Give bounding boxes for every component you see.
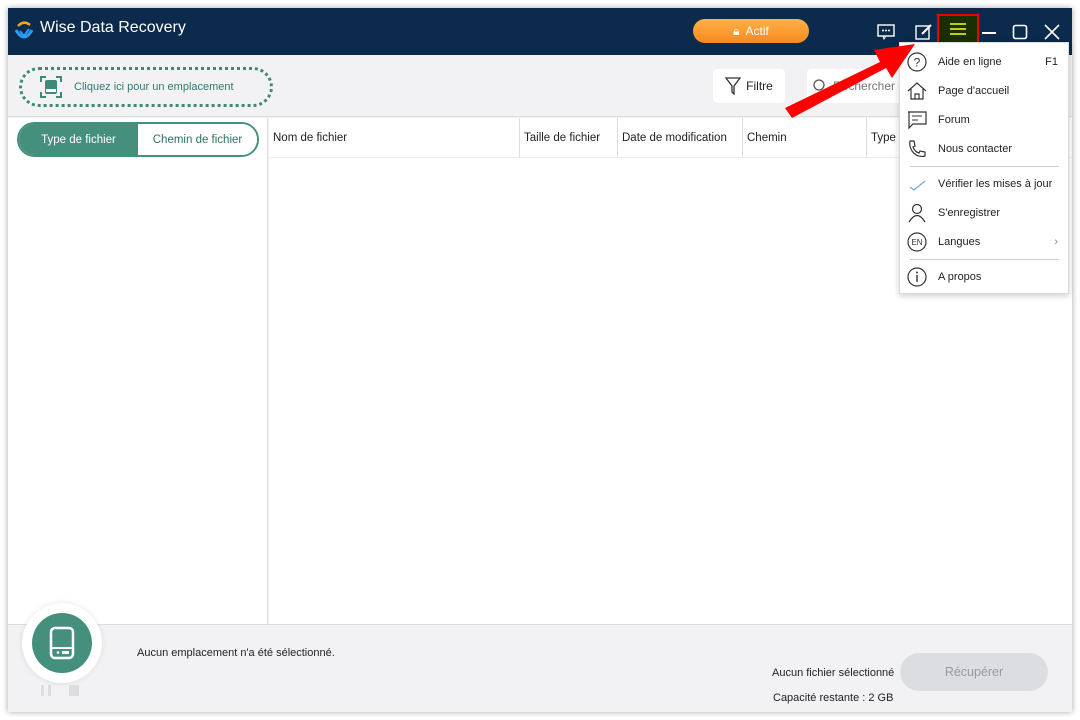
select-location-button[interactable]: Cliquez ici pour un emplacement bbox=[19, 67, 273, 107]
menu-separator bbox=[910, 166, 1059, 167]
pause-button[interactable] bbox=[41, 685, 51, 696]
selection-status: Aucun fichier sélectionné bbox=[772, 667, 895, 679]
menu-item-forum[interactable]: Forum bbox=[900, 106, 1068, 134]
feedback-icon[interactable] bbox=[875, 21, 897, 43]
lock-icon: 🔒︎ bbox=[733, 23, 740, 38]
drive-icon bbox=[49, 626, 75, 660]
activate-button[interactable]: 🔒︎ Actif bbox=[693, 19, 809, 43]
menu-item-contact[interactable]: Nous contacter bbox=[900, 135, 1068, 163]
activate-label: Actif bbox=[745, 24, 769, 38]
maximize-button[interactable] bbox=[1009, 21, 1031, 43]
recover-button[interactable]: Récupérer bbox=[900, 653, 1048, 691]
column-header-path[interactable]: Chemin bbox=[743, 118, 867, 157]
user-icon bbox=[907, 203, 927, 223]
minimize-button[interactable] bbox=[978, 21, 1000, 43]
app-logo-icon bbox=[14, 21, 34, 39]
svg-text:EN: EN bbox=[911, 238, 922, 247]
language-icon: EN bbox=[907, 232, 927, 252]
filter-icon bbox=[725, 77, 742, 95]
main-menu-dropdown: ? Aide en ligne F1 Page d'accueil Forum No… bbox=[899, 42, 1069, 294]
drive-icon bbox=[40, 76, 62, 98]
svg-text:?: ? bbox=[914, 56, 921, 70]
check-icon bbox=[907, 174, 927, 194]
menu-item-online-help[interactable]: ? Aide en ligne F1 bbox=[900, 48, 1068, 76]
menu-item-home-page[interactable]: Page d'accueil bbox=[900, 77, 1068, 105]
forum-icon bbox=[907, 110, 927, 130]
app-title: Wise Data Recovery bbox=[40, 19, 186, 36]
phone-icon bbox=[907, 139, 927, 159]
tab-file-type[interactable]: Type de fichier bbox=[19, 124, 138, 155]
status-bar: Aucun emplacement n'a été sélectionné. A… bbox=[8, 603, 1072, 712]
capacity-remaining: Capacité restante : 2 GB bbox=[773, 692, 894, 704]
menu-button[interactable] bbox=[937, 14, 979, 44]
scan-drive-button[interactable] bbox=[22, 603, 102, 683]
location-status: Aucun emplacement n'a été sélectionné. bbox=[137, 647, 335, 659]
close-button[interactable] bbox=[1041, 21, 1063, 43]
tab-file-path[interactable]: Chemin de fichier bbox=[138, 124, 257, 155]
menu-item-about[interactable]: A propos bbox=[900, 263, 1068, 291]
left-panel: Type de fichier Chemin de fichier bbox=[8, 118, 268, 624]
filter-button[interactable]: Filtre bbox=[713, 69, 785, 103]
hamburger-icon bbox=[950, 23, 966, 35]
menu-separator bbox=[910, 259, 1059, 260]
column-header-date[interactable]: Date de modification bbox=[618, 118, 743, 157]
shortcut-label: F1 bbox=[1045, 56, 1058, 68]
edit-icon[interactable] bbox=[913, 21, 935, 43]
search-icon bbox=[813, 79, 825, 91]
help-icon: ? bbox=[907, 52, 927, 72]
stop-button[interactable] bbox=[69, 685, 79, 696]
chevron-right-icon: › bbox=[1054, 236, 1058, 248]
filter-label: Filtre bbox=[746, 79, 773, 93]
menu-item-languages[interactable]: EN Langues › bbox=[900, 228, 1068, 256]
column-header-name[interactable]: Nom de fichier bbox=[269, 118, 520, 157]
column-header-size[interactable]: Taille de fichier bbox=[520, 118, 618, 157]
view-toggle: Type de fichier Chemin de fichier bbox=[17, 122, 259, 157]
menu-item-register[interactable]: S'enregistrer bbox=[900, 199, 1068, 227]
info-icon bbox=[907, 267, 927, 287]
menu-item-check-updates[interactable]: Vérifier les mises à jour bbox=[900, 170, 1068, 198]
location-label: Cliquez ici pour un emplacement bbox=[74, 81, 234, 93]
home-icon bbox=[907, 81, 927, 101]
